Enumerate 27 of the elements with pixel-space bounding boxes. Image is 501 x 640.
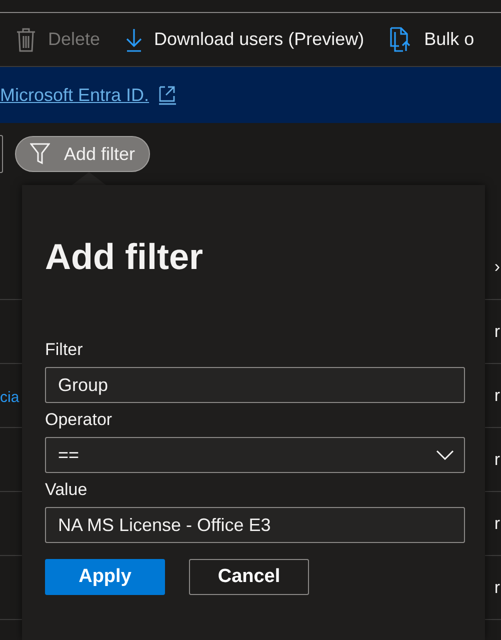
add-filter-button[interactable]: Add filter xyxy=(15,136,150,172)
filter-icon xyxy=(30,143,50,165)
table-cell: r xyxy=(494,450,501,470)
banner-link[interactable]: Microsoft Entra ID. xyxy=(0,84,150,106)
table-cell: r xyxy=(494,514,501,534)
cancel-button[interactable]: Cancel xyxy=(189,559,309,595)
input-field[interactable]: NA MS License - Office E3 xyxy=(45,507,465,543)
toolbar-button[interactable]: Download users (Preview) xyxy=(126,28,364,52)
column-header: › xyxy=(494,257,501,277)
field-label: Operator xyxy=(45,409,114,431)
search-field-edge[interactable] xyxy=(0,135,3,173)
trash-icon xyxy=(16,28,36,52)
field-label: Filter xyxy=(45,339,84,361)
table-cell: r xyxy=(494,386,501,406)
document-upload-icon xyxy=(390,27,412,52)
apply-button[interactable]: Apply xyxy=(45,559,165,595)
external-link-icon xyxy=(159,86,176,104)
table-cell: r xyxy=(494,578,501,598)
chevron-down-icon xyxy=(436,450,454,460)
callout-title: Add filter xyxy=(45,237,204,277)
table-link[interactable]: cia xyxy=(0,385,20,406)
field-label: Value xyxy=(45,479,88,501)
table-cell: r xyxy=(494,322,501,342)
input-field[interactable]: Group xyxy=(45,367,465,403)
toolbar-button[interactable]: Bulk o xyxy=(390,27,474,52)
operator-dropdown[interactable]: == xyxy=(45,437,465,473)
download-icon xyxy=(126,28,142,52)
